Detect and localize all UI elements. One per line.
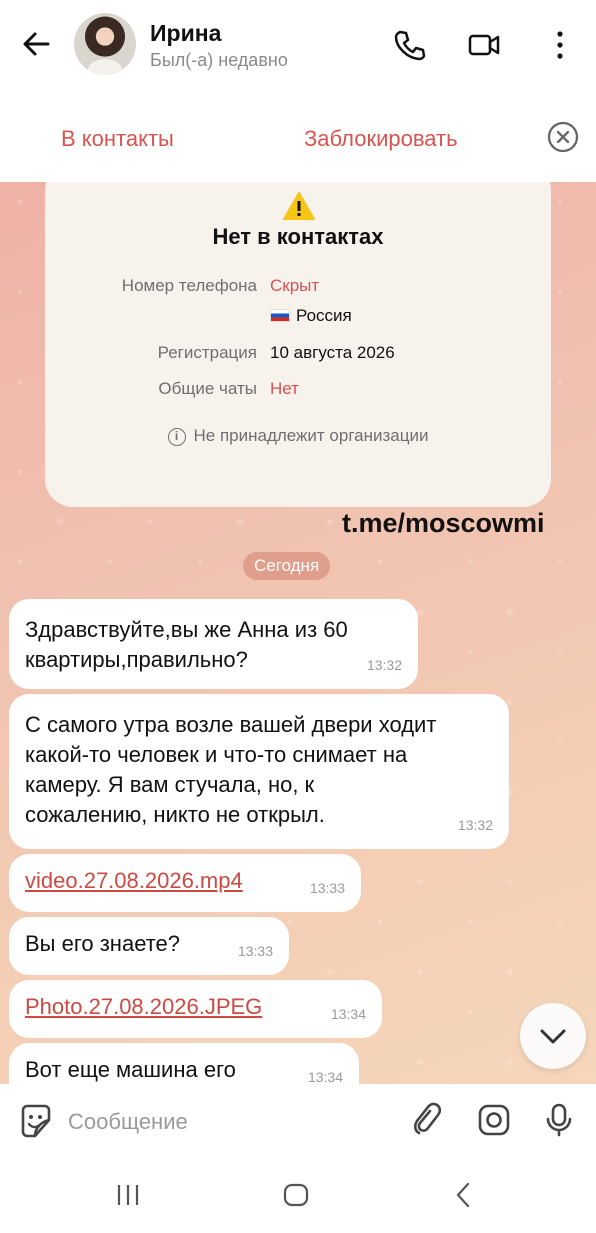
message-time: 13:33	[309, 880, 345, 896]
add-to-contacts-button[interactable]: В контакты	[61, 126, 174, 152]
message-bubble[interactable]: Вот еще машина его 13:34	[9, 1043, 359, 1084]
registration-label: Регистрация	[157, 343, 257, 362]
more-options-icon[interactable]	[543, 28, 577, 62]
message-time: 13:34	[330, 1006, 366, 1022]
block-button[interactable]: Заблокировать	[304, 126, 458, 152]
message-bubble[interactable]: video.27.08.2026.mp4 13:33	[9, 854, 361, 912]
chat-header: Ирина Был(-а) недавно	[0, 0, 596, 92]
video-file-link[interactable]: video.27.08.2026.mp4	[25, 866, 345, 896]
system-navigation-bar	[0, 1158, 596, 1233]
message-text: Здравствуйте,вы же Анна из 60 квартиры,п…	[25, 617, 348, 672]
phone-icon[interactable]	[392, 28, 426, 62]
unknown-contact-actions: В контакты Заблокировать	[0, 92, 596, 182]
card-title: Нет в контактах	[212, 224, 384, 249]
recent-apps-icon[interactable]	[113, 1180, 143, 1210]
contact-info-card: Нет в контактах Номер телефона Скрыт Рос…	[45, 182, 551, 507]
contact-name[interactable]: Ирина	[150, 20, 221, 47]
info-icon: i	[167, 428, 186, 446]
country-name: Россия	[296, 306, 352, 325]
russia-flag-icon	[270, 309, 290, 322]
message-time: 13:33	[237, 943, 273, 959]
message-input-bar: Сообщение	[0, 1084, 596, 1158]
message-time: 13:32	[457, 817, 493, 833]
scroll-down-button[interactable]	[520, 1003, 586, 1069]
attachment-icon[interactable]	[408, 1102, 444, 1138]
message-time: 13:32	[366, 657, 402, 673]
phone-value: Скрыт	[270, 276, 320, 295]
message-bubble[interactable]: Photo.27.08.2026.JPEG 13:34	[9, 980, 382, 1038]
message-text: Вы его знаете?	[25, 931, 180, 956]
sticker-emoji-icon[interactable]	[17, 1102, 55, 1140]
back-nav-icon[interactable]	[449, 1180, 479, 1210]
message-text: Вот еще машина его	[25, 1057, 236, 1082]
chat-area[interactable]: Нет в контактах Номер телефона Скрыт Рос…	[0, 182, 596, 1084]
organization-note: i Не принадлежит организации	[45, 426, 551, 446]
phone-label: Номер телефона	[121, 276, 257, 295]
warning-icon	[283, 192, 315, 220]
back-arrow-icon[interactable]	[18, 26, 54, 62]
close-icon[interactable]	[546, 120, 580, 154]
photo-file-link[interactable]: Photo.27.08.2026.JPEG	[25, 992, 366, 1022]
watermark: t.me/moscowmi	[342, 508, 545, 538]
message-input[interactable]: Сообщение	[68, 1109, 188, 1135]
registration-value: 10 августа 2026	[270, 343, 395, 362]
message-bubble[interactable]: С самого утра возле вашей двери ходит ка…	[9, 694, 509, 849]
home-icon[interactable]	[281, 1180, 311, 1210]
message-time: 13:34	[307, 1069, 343, 1084]
message-text: С самого утра возле вашей двери ходит ка…	[25, 712, 437, 827]
country-value: Россия	[270, 306, 352, 326]
video-call-icon[interactable]	[467, 28, 501, 62]
organization-note-text: Не принадлежит организации	[193, 426, 429, 445]
camera-icon[interactable]	[476, 1102, 512, 1138]
date-separator: Сегодня	[243, 552, 331, 580]
microphone-icon[interactable]	[541, 1102, 577, 1138]
message-bubble[interactable]: Здравствуйте,вы же Анна из 60 квартиры,п…	[9, 599, 418, 689]
common-chats-label: Общие чаты	[158, 379, 257, 398]
avatar[interactable]	[74, 13, 136, 75]
common-chats-value: Нет	[270, 379, 299, 398]
contact-status: Был(-а) недавно	[150, 50, 288, 70]
message-bubble[interactable]: Вы его знаете? 13:33	[9, 917, 289, 975]
